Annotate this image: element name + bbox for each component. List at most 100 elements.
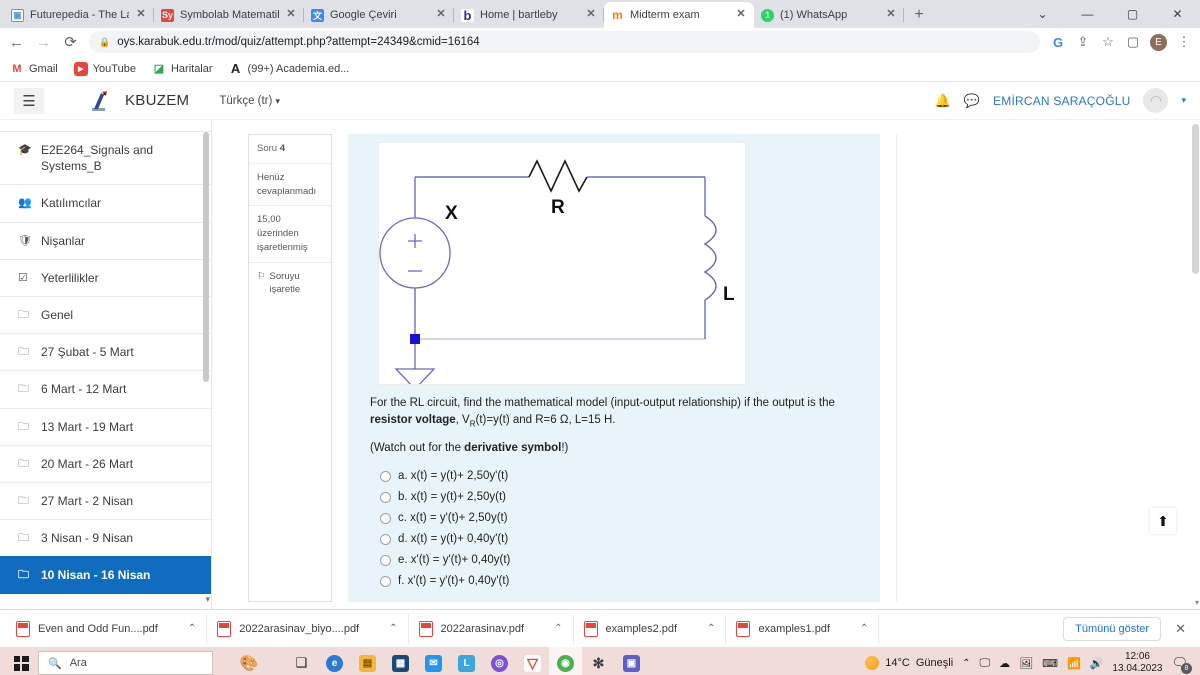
answer-option-f[interactable]: f. x'(t) = y'(t)+ 0,40y'(t): [380, 571, 866, 592]
display-icon[interactable]: 🖼: [1019, 657, 1033, 670]
brand[interactable]: KBUZEM: [86, 88, 189, 114]
taskbar-app-l[interactable]: L: [450, 647, 483, 675]
screen-icon[interactable]: 🖵: [980, 657, 991, 670]
scroll-to-top-button[interactable]: ⬆: [1150, 508, 1176, 534]
chevron-down-icon[interactable]: ▾: [1181, 95, 1186, 106]
close-icon[interactable]: ✕: [1175, 621, 1186, 637]
close-icon[interactable]: ✕: [435, 9, 447, 21]
show-all-downloads-button[interactable]: Tümünü göster: [1063, 616, 1162, 641]
share-icon[interactable]: ⇪: [1075, 34, 1091, 50]
bookmark-academia[interactable]: A (99+) Academia.ed...: [229, 61, 350, 76]
sidebar-item-week-4[interactable]: 🗀 20 Mart - 26 Mart: [0, 444, 211, 483]
weather-widget[interactable]: 14°C Güneşli: [865, 656, 953, 670]
sidebar-item-week-2[interactable]: 🗀 6 Mart - 12 Mart: [0, 370, 211, 409]
bookmark-youtube[interactable]: ▶ YouTube: [73, 61, 136, 76]
taskbar-app-store[interactable]: ▦: [384, 647, 417, 675]
reload-button[interactable]: ⟳: [62, 33, 79, 51]
user-name[interactable]: EMİRCAN SARAÇOĞLU: [993, 94, 1130, 108]
new-tab-button[interactable]: +: [906, 2, 932, 28]
flag-question-button[interactable]: ⚐ Soruyu işaretle: [249, 263, 331, 305]
taskbar-app-antivirus[interactable]: ▽: [516, 647, 549, 675]
keyboard-icon[interactable]: ⌨: [1042, 657, 1058, 670]
chevron-down-icon[interactable]: ▾: [205, 594, 210, 605]
search-input[interactable]: 🔍 Ara: [38, 651, 213, 675]
browser-tab[interactable]: 1 (1) WhatsApp ✕: [754, 2, 904, 28]
sidebar-scrollbar[interactable]: [203, 132, 209, 382]
taskbar-app-chrome[interactable]: ◉: [549, 647, 582, 675]
side-panel-icon[interactable]: ▢: [1125, 34, 1141, 50]
sidebar-item-badges[interactable]: 🛡 Nişanlar: [0, 221, 211, 260]
radio-button[interactable]: [380, 575, 391, 587]
download-item[interactable]: examples1.pdf ⌃: [726, 613, 880, 644]
close-icon[interactable]: ✕: [285, 9, 297, 21]
maximize-button[interactable]: ▢: [1110, 0, 1155, 28]
chevron-up-icon[interactable]: ⌃: [707, 623, 715, 634]
chevron-up-icon[interactable]: ⌃: [389, 623, 397, 634]
volume-icon[interactable]: 🔊: [1090, 657, 1104, 670]
taskbar-app-teams[interactable]: ▣: [615, 647, 648, 675]
address-bar[interactable]: 🔒 oys.karabuk.edu.tr/mod/quiz/attempt.ph…: [89, 31, 1040, 53]
sidebar-item-general[interactable]: 🗀 Genel: [0, 295, 211, 335]
bookmark-haritalar[interactable]: ◪ Haritalar: [152, 62, 213, 76]
radio-button[interactable]: [380, 491, 391, 503]
taskbar-app-file-explorer[interactable]: ▤: [351, 647, 384, 675]
chevron-up-icon[interactable]: ⌃: [860, 623, 868, 634]
chevron-up-icon[interactable]: ⌃: [962, 658, 970, 669]
chevron-up-icon[interactable]: ⌃: [554, 623, 562, 634]
notifications-button[interactable]: 🗨 8: [1171, 655, 1192, 674]
sidebar-item-week-1[interactable]: 🗀 27 Şubat - 5 Mart: [0, 333, 211, 372]
widgets-icon[interactable]: 🎨: [213, 648, 285, 675]
radio-button[interactable]: [380, 512, 391, 524]
windows-icon[interactable]: [4, 655, 38, 671]
language-selector[interactable]: Türkçe (tr) ▾: [219, 95, 280, 107]
star-icon[interactable]: ☆: [1100, 34, 1116, 50]
answer-option-b[interactable]: b. x(t) = y(t)+ 2,50y(t): [380, 487, 866, 508]
download-item[interactable]: Even and Odd Fun....pdf ⌃: [6, 613, 208, 644]
sidebar-item-week-7-active[interactable]: 🗀 10 Nisan - 16 Nisan: [0, 556, 211, 595]
answer-option-c[interactable]: c. x(t) = y'(t)+ 2,50y(t): [380, 508, 866, 529]
taskbar-app-edge[interactable]: e: [318, 647, 351, 675]
chevron-up-icon[interactable]: ⌃: [188, 623, 196, 634]
tab-search-icon[interactable]: ⌄: [1020, 0, 1065, 28]
browser-tab[interactable]: ▣ Futurepedia - The Largest A ✕: [4, 2, 154, 28]
taskbar-app-settings[interactable]: ✻: [582, 647, 615, 675]
radio-button[interactable]: [380, 470, 391, 482]
close-icon[interactable]: ✕: [735, 9, 747, 21]
close-icon[interactable]: ✕: [135, 9, 147, 21]
page-scrollbar[interactable]: ▾: [1191, 120, 1200, 609]
chevron-down-icon[interactable]: ▾: [1195, 598, 1199, 607]
sidebar-item-competencies[interactable]: ☑ Yeterlilikler: [0, 258, 211, 297]
bookmark-gmail[interactable]: M Gmail: [10, 62, 57, 76]
sidebar-item-course[interactable]: 🎓 E2E264_Signals and Systems_B: [0, 131, 211, 186]
taskbar-app-zoom[interactable]: ◎: [483, 647, 516, 675]
avatar[interactable]: ◠: [1143, 88, 1169, 113]
browser-tab[interactable]: Sy Symbolab Matematik Çözü ✕: [154, 2, 304, 28]
answer-option-e[interactable]: e. x'(t) = y'(t)+ 0,40y(t): [380, 550, 866, 571]
sidebar-item-week-5[interactable]: 🗀 27 Mart - 2 Nisan: [0, 481, 211, 521]
download-item[interactable]: examples2.pdf ⌃: [574, 613, 727, 644]
forward-button[interactable]: →: [35, 34, 52, 51]
chrome-menu-icon[interactable]: ⋮: [1176, 34, 1192, 50]
back-button[interactable]: ←: [8, 34, 25, 51]
minimize-button[interactable]: —: [1065, 0, 1110, 28]
browser-tab[interactable]: b Home | bartleby ✕: [454, 2, 604, 28]
wifi-icon[interactable]: 📶: [1067, 657, 1081, 670]
task-view-icon[interactable]: ❑: [285, 647, 318, 675]
cloud-icon[interactable]: ☁: [999, 657, 1010, 670]
scrollbar-thumb[interactable]: [1192, 124, 1199, 274]
radio-button[interactable]: [380, 554, 391, 566]
hamburger-icon[interactable]: ☰: [14, 87, 44, 114]
download-item[interactable]: 2022arasinav.pdf ⌃: [409, 613, 574, 644]
close-icon[interactable]: ✕: [885, 9, 897, 21]
download-item[interactable]: 2022arasinav_biyo....pdf ⌃: [207, 613, 409, 644]
answer-option-d[interactable]: d. x(t) = y(t)+ 0,40y'(t): [380, 529, 866, 550]
radio-button[interactable]: [380, 533, 391, 545]
close-window-button[interactable]: ✕: [1155, 0, 1200, 28]
sidebar-item-week-3[interactable]: 🗀 13 Mart - 19 Mart: [0, 407, 211, 446]
browser-tab-active[interactable]: m Midterm exam ✕: [604, 2, 754, 28]
clock[interactable]: 12:06 13.04.2023: [1112, 651, 1162, 675]
answer-option-a[interactable]: a. x(t) = y(t)+ 2,50y'(t): [380, 466, 866, 487]
sidebar-item-week-6[interactable]: 🗀 3 Nisan - 9 Nisan: [0, 519, 211, 558]
bell-icon[interactable]: 🔔: [935, 93, 951, 109]
profile-icon[interactable]: E: [1150, 33, 1167, 51]
